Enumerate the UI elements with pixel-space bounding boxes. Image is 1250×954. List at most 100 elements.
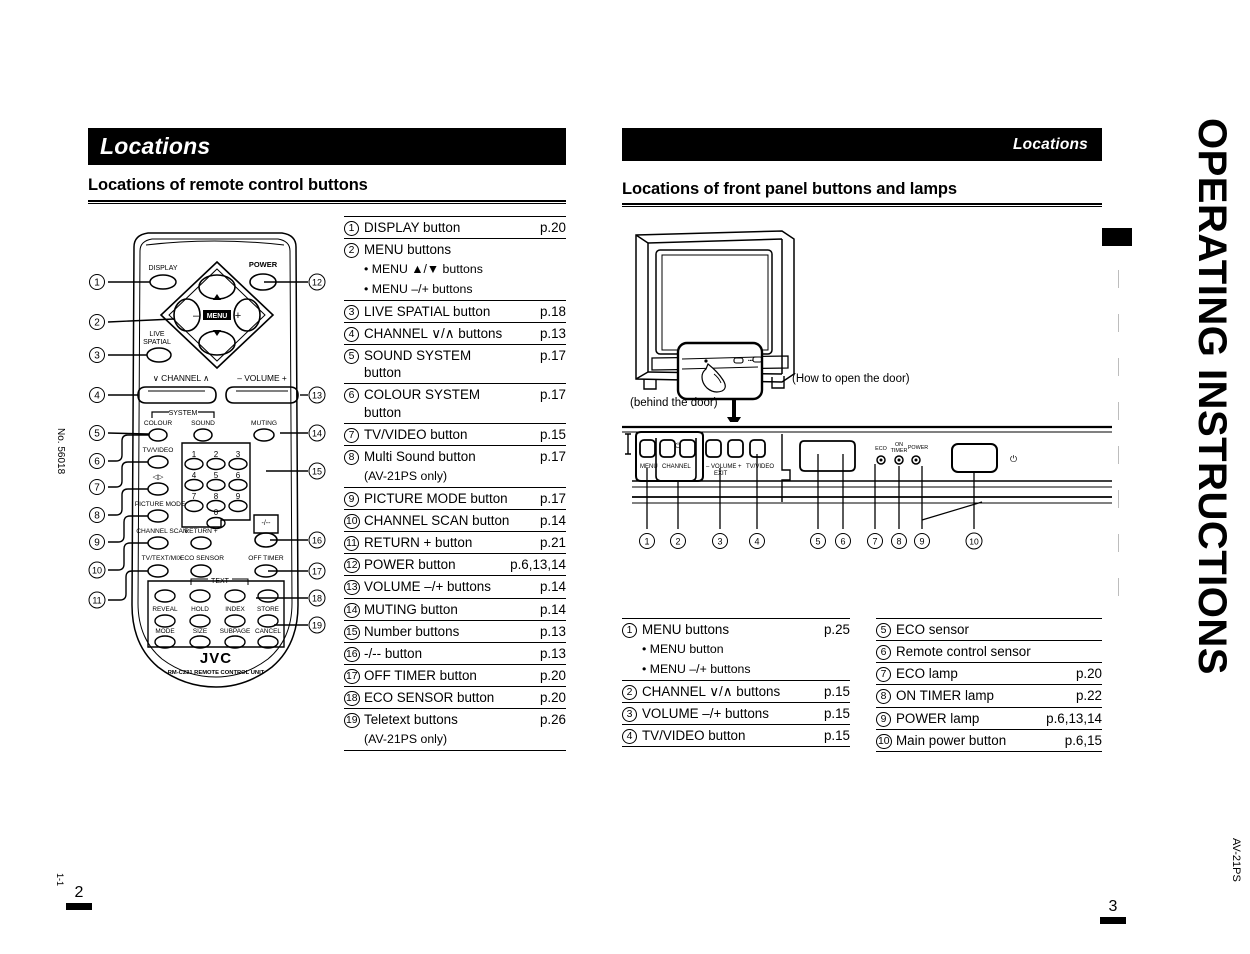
list-item[interactable]: 8 Multi Sound button p.17 bbox=[344, 445, 566, 467]
list-item-label: TV/VIDEO button bbox=[642, 724, 817, 748]
list-item[interactable]: 16 -/-- button p.13 bbox=[344, 642, 566, 666]
right-page-number: 3 bbox=[1100, 898, 1126, 924]
list-item[interactable]: 13 VOLUME –/+ buttons p.14 bbox=[344, 575, 566, 599]
list-item[interactable]: 11 RETURN + button p.21 bbox=[344, 531, 566, 555]
list-item-number: 12 bbox=[344, 553, 364, 577]
list-item-page-ref: p.13 bbox=[510, 620, 566, 643]
left-page-number: 2 bbox=[66, 884, 92, 910]
list-note-spacer bbox=[344, 730, 364, 752]
list-item[interactable]: 10 Main power button p.6,15 bbox=[876, 729, 1102, 752]
operating-instructions-banner: OPERATING INSTRUCTIONS bbox=[1190, 118, 1234, 675]
list-item[interactable]: 3 LIVE SPATIAL button p.18 bbox=[344, 300, 566, 323]
list-item[interactable]: 19 Teletext buttons p.26 bbox=[344, 709, 566, 731]
svg-text:POWER: POWER bbox=[249, 260, 278, 269]
svg-text:SPATIAL: SPATIAL bbox=[143, 339, 171, 346]
list-subitem: • MENU –/+ buttons bbox=[622, 659, 850, 681]
list-item[interactable]: 18 ECO SENSOR button p.20 bbox=[344, 686, 566, 710]
item-number-badge: 12 bbox=[344, 558, 360, 574]
list-item-page-ref: p.14 bbox=[510, 575, 566, 599]
svg-text:CHANNEL SCAN: CHANNEL SCAN bbox=[136, 528, 188, 535]
svg-text:0: 0 bbox=[214, 508, 219, 517]
svg-text:ECO SENSOR: ECO SENSOR bbox=[180, 555, 224, 562]
tv-set-illustration: ••• bbox=[622, 222, 922, 422]
list-item-number: 4 bbox=[344, 322, 364, 346]
item-number-badge: 19 bbox=[344, 713, 360, 729]
list-item[interactable]: 8 ON TIMER lamp p.22 bbox=[876, 684, 1102, 708]
list-item[interactable]: 7 TV/VIDEO button p.15 bbox=[344, 423, 566, 446]
list-item[interactable]: 7 ECO lamp p.20 bbox=[876, 662, 1102, 686]
list-item-number: 9 bbox=[876, 707, 896, 730]
list-item[interactable]: 6 COLOUR SYSTEM button p.17 bbox=[344, 383, 566, 424]
front-panel-right-body: 5 ECO sensor 6 Remote control sensor 7 ECO la… bbox=[876, 617, 1102, 752]
front-panel-list-right: 5 ECO sensor 6 Remote control sensor 7 ECO la… bbox=[876, 617, 1102, 752]
item-number-badge: 1 bbox=[622, 623, 637, 638]
list-item-label: -/-- button bbox=[364, 642, 511, 666]
list-item[interactable]: 15 Number buttons p.13 bbox=[344, 620, 566, 643]
left-heading-rule bbox=[88, 200, 566, 204]
right-page-number-text: 3 bbox=[1108, 898, 1118, 915]
list-item-label: VOLUME –/+ buttons bbox=[364, 575, 511, 599]
list-item[interactable]: 9 POWER lamp p.6,13,14 bbox=[876, 707, 1102, 730]
svg-text:SUBPAGE: SUBPAGE bbox=[220, 628, 250, 635]
svg-text:•••: ••• bbox=[748, 358, 753, 363]
list-subitem: • MENU ▲/▼ buttons bbox=[344, 260, 566, 280]
list-item[interactable]: 17 OFF TIMER button p.20 bbox=[344, 664, 566, 688]
how-to-open-door-label: (How to open the door) bbox=[792, 373, 910, 385]
edge-black-marker bbox=[1102, 228, 1132, 246]
list-item-page-ref: p.13 bbox=[510, 642, 566, 666]
list-item[interactable]: 10 CHANNEL SCAN button p.14 bbox=[344, 509, 566, 533]
list-item[interactable]: 1 DISPLAY button p.20 bbox=[344, 215, 566, 240]
list-item[interactable]: 6 Remote control sensor bbox=[876, 640, 1102, 664]
list-item[interactable]: 2 CHANNEL ∨/∧ buttons p.15 bbox=[622, 680, 850, 703]
svg-text:7: 7 bbox=[192, 492, 197, 501]
svg-text:∨ CHANNEL ∧: ∨ CHANNEL ∧ bbox=[153, 373, 210, 383]
list-item[interactable]: 4 TV/VIDEO button p.15 bbox=[622, 724, 850, 748]
list-item-number: 1 bbox=[344, 215, 364, 240]
list-item-number: 7 bbox=[344, 423, 364, 446]
svg-text:STORE: STORE bbox=[257, 606, 279, 613]
right-page-number-bar bbox=[1100, 917, 1126, 924]
svg-text:TV/VIDEO: TV/VIDEO bbox=[143, 447, 174, 454]
list-item[interactable]: 9 PICTURE MODE button p.17 bbox=[344, 487, 566, 510]
list-item[interactable]: 5 ECO sensor bbox=[876, 617, 1102, 642]
svg-text:CHANNEL: CHANNEL bbox=[662, 464, 691, 470]
right-page-banner: Locations bbox=[622, 128, 1102, 161]
left-section-heading: Locations of remote control buttons bbox=[88, 176, 368, 194]
item-number-badge: 5 bbox=[876, 623, 891, 638]
list-item-label: Main power button bbox=[896, 729, 1042, 752]
list-item-number: 2 bbox=[622, 680, 642, 703]
list-item-page-ref: p.13 bbox=[510, 322, 566, 346]
list-item-number: 14 bbox=[344, 598, 364, 621]
list-item-number: 6 bbox=[876, 640, 896, 664]
item-number-badge: 6 bbox=[876, 645, 891, 661]
edge-dash-column bbox=[1118, 270, 1119, 622]
list-item[interactable]: 3 VOLUME –/+ buttons p.15 bbox=[622, 702, 850, 725]
list-item[interactable]: 14 MUTING button p.14 bbox=[344, 598, 566, 621]
list-item-label: MENU buttons bbox=[642, 618, 817, 641]
list-item[interactable]: 1 MENU buttons p.25 bbox=[622, 618, 850, 641]
list-item-page-ref bbox=[1041, 640, 1102, 664]
list-item-page-ref bbox=[510, 239, 566, 261]
list-item[interactable]: 4 CHANNEL ∨/∧ buttons p.13 bbox=[344, 322, 566, 346]
list-item[interactable]: 12 POWER button p.6,13,14 bbox=[344, 553, 566, 577]
list-item-number: 18 bbox=[344, 686, 364, 710]
list-item-label: Multi Sound button bbox=[364, 448, 476, 464]
model-code-label: AV-21PS bbox=[1230, 838, 1242, 882]
svg-text:-/--: -/-- bbox=[262, 520, 272, 527]
manual-page-spread: Locations Locations of remote control bu… bbox=[0, 0, 1250, 954]
list-item-page-ref: p.15 bbox=[510, 423, 566, 446]
list-item[interactable]: 2 MENU buttons bbox=[344, 239, 566, 261]
item-number-badge: 7 bbox=[344, 427, 359, 443]
item-number-badge: 2 bbox=[622, 684, 637, 700]
right-section-heading: Locations of front panel buttons and lam… bbox=[622, 180, 957, 198]
item-number-badge: 17 bbox=[344, 669, 360, 685]
list-subitem-spacer bbox=[622, 640, 642, 660]
svg-text:6: 6 bbox=[236, 471, 241, 480]
svg-text:MENU: MENU bbox=[640, 464, 658, 470]
remote-button-table-body: 1 DISPLAY button p.20 2 MENU buttons • MENU ▲… bbox=[344, 215, 566, 752]
list-item[interactable]: 5 SOUND SYSTEM button p.17 bbox=[344, 344, 566, 385]
list-item-number: 11 bbox=[344, 531, 364, 555]
list-subitem: • MENU button bbox=[622, 640, 850, 660]
item-number-badge: 3 bbox=[622, 706, 637, 722]
svg-text:HOLD: HOLD bbox=[191, 606, 209, 613]
